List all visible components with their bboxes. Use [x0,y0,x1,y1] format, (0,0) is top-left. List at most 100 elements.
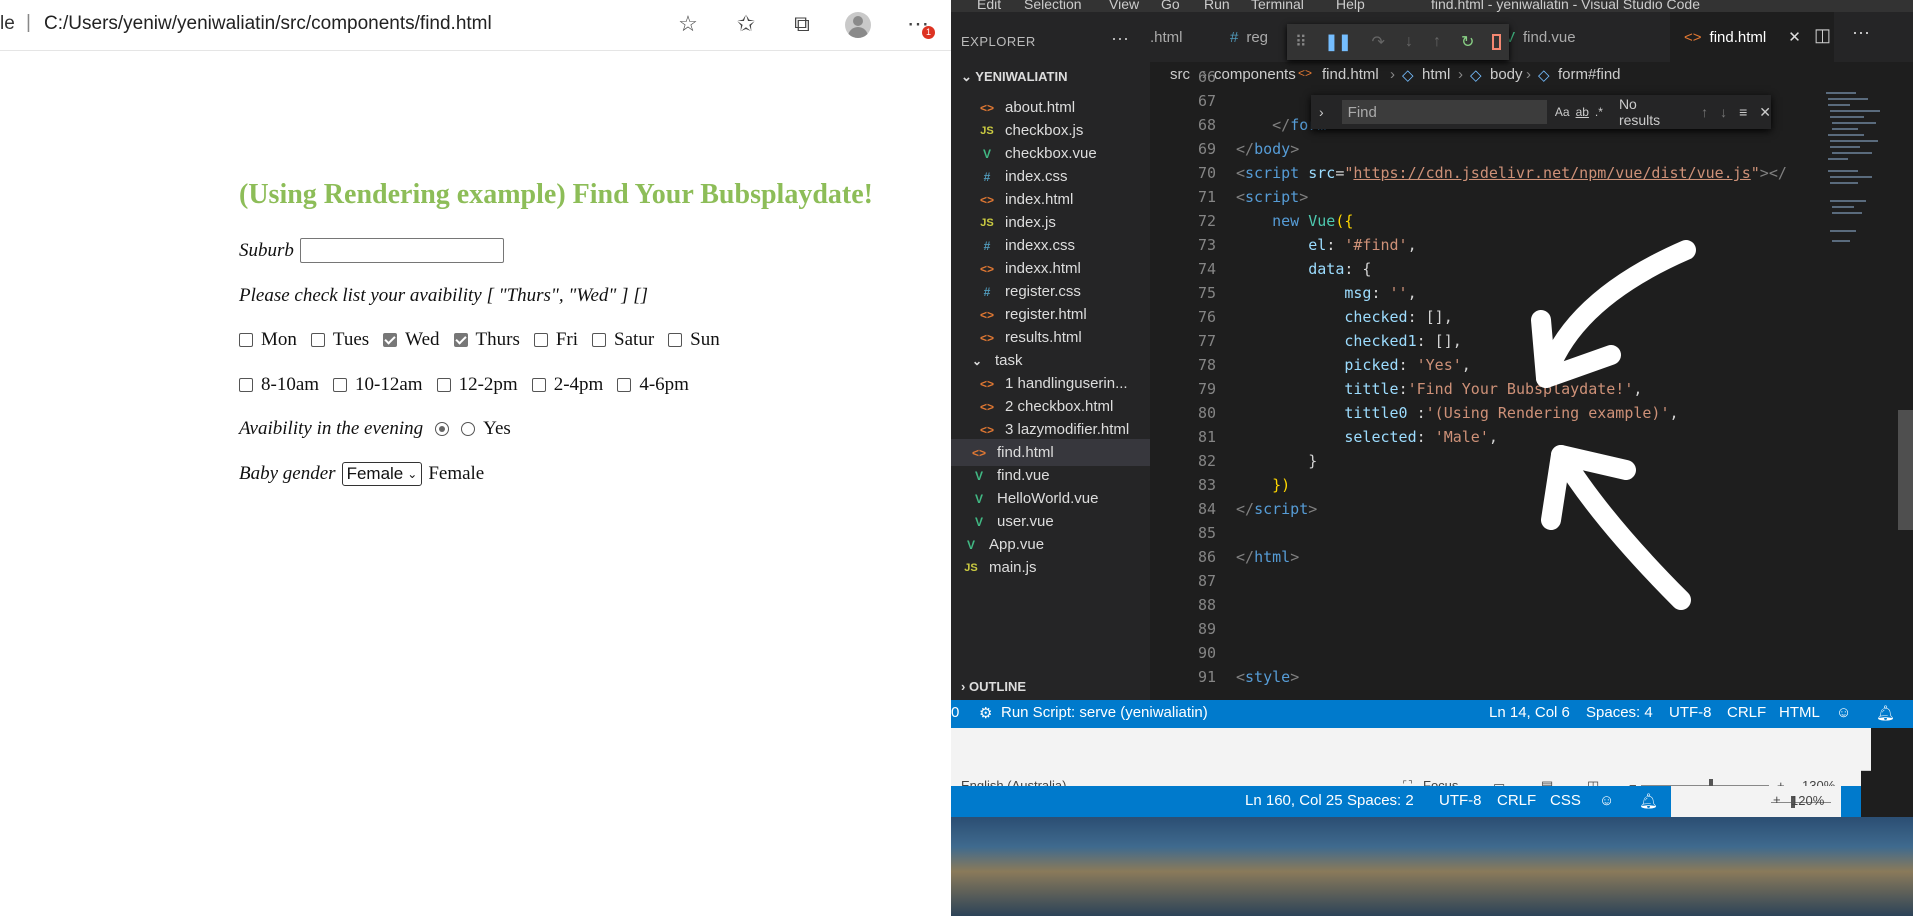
day-option[interactable]: Mon [239,329,297,351]
file-name: 1 handlinguserin... [1005,375,1128,392]
line-number: 86 [1197,548,1216,566]
scrollbar[interactable] [1898,410,1913,530]
feedback-icon[interactable]: ☺ [1836,704,1851,721]
find-in-selection-icon[interactable]: ≡ [1739,104,1747,120]
menu-go[interactable]: Go [1161,0,1180,12]
day-option[interactable]: Sun [668,329,720,351]
zoom-level[interactable]: 120% [1791,793,1824,808]
step-into-icon[interactable]: ↓ [1405,33,1413,51]
evening-radio-selected[interactable] [435,422,450,436]
breadcrumb-body[interactable]: body [1490,66,1523,83]
time-option[interactable]: 2-4pm [531,374,603,396]
time-option[interactable]: 12-2pm [436,374,518,396]
chevron-right-icon[interactable]: › [1319,104,1324,120]
close-icon[interactable]: ✕ [1788,28,1801,46]
evening-radio-yes[interactable] [461,422,476,436]
file-item[interactable]: JS main.js [963,554,1036,581]
day-checkbox[interactable] [239,333,253,347]
breadcrumb-components[interactable]: components [1214,66,1296,83]
profile-avatar[interactable] [845,12,871,38]
time-checkbox[interactable] [617,378,632,392]
time-checkbox[interactable] [436,378,451,392]
breadcrumb-file[interactable]: find.html [1322,66,1379,83]
day-checkbox[interactable] [383,333,398,347]
day-option[interactable]: Tues [310,329,370,351]
day-checkbox[interactable] [533,333,548,347]
find-input[interactable]: Find [1341,100,1547,124]
close-icon[interactable]: ✕ [1759,104,1771,121]
breadcrumb-form[interactable]: form#find [1558,66,1621,83]
stop-icon[interactable] [1492,34,1501,50]
menu-run[interactable]: Run [1204,0,1230,12]
encoding[interactable]: UTF-8 [1669,704,1712,721]
run-script-status[interactable]: Run Script: serve (yeniwaliatin) [1001,704,1208,721]
language-mode[interactable]: HTML [1779,704,1820,721]
arrow-up-icon[interactable]: ↑ [1701,104,1708,120]
step-over-icon[interactable]: ↷ [1372,32,1385,52]
regex-icon[interactable]: .* [1595,105,1603,119]
vue-file-icon: V [974,491,983,506]
day-checkbox[interactable] [453,333,468,347]
collections-icon[interactable]: ⧉ [788,10,816,38]
menu-view[interactable]: View [1109,0,1139,12]
pause-icon[interactable]: ❚❚ [1325,32,1352,52]
bell-icon[interactable]: 🔔︎ [1639,792,1658,810]
code-editor[interactable]: 66 67 68 69 70 71 72 73 74 75 76 77 78 79 80 81 82 83 84 85… [1150,68,1787,700]
breadcrumb-html[interactable]: html [1422,66,1450,83]
zoom-in-icon[interactable]: + [1773,792,1781,807]
tab-find-html[interactable]: <> find.html ✕ [1670,12,1834,62]
address-bar[interactable]: C:/Users/yeniw/yeniwaliatin/src/componen… [44,13,492,35]
time-option[interactable]: 10-12am [333,374,423,396]
time-option[interactable]: 8-10am [239,374,319,396]
suburb-input[interactable] [299,238,504,263]
menu-help[interactable]: Help [1336,0,1365,12]
tab-register[interactable]: # reg [1230,12,1280,62]
day-checkbox[interactable] [668,333,683,347]
bell-icon[interactable]: 🔔︎ [1876,704,1895,722]
add-favorite-icon[interactable]: ☆ [674,10,702,38]
drag-handle-icon[interactable]: ⠿ [1295,32,1307,52]
match-case-icon[interactable]: Aa [1555,105,1570,119]
indentation[interactable]: Spaces: 4 [1586,704,1653,721]
feedback-icon[interactable]: ☺ [1599,792,1614,809]
status-count[interactable]: 0 [951,704,959,721]
folder-header[interactable]: ⌄ YENIWALIATIN [961,69,1067,85]
cursor-position[interactable]: Ln 14, Col 6 [1489,704,1570,721]
day-checkbox[interactable] [310,333,325,347]
encoding[interactable]: UTF-8 [1439,792,1482,809]
outline-header[interactable]: › OUTLINE [961,679,1026,694]
day-option[interactable]: Fri [533,329,578,351]
tab-html[interactable]: .html [1150,12,1210,62]
day-option[interactable]: Satur [592,329,654,351]
day-label: Sun [690,329,720,350]
menu-terminal[interactable]: Terminal [1251,0,1304,12]
line-ending[interactable]: CRLF [1727,704,1766,721]
arrow-down-icon[interactable]: ↓ [1720,104,1727,120]
window-title: find.html - yeniwaliatin - Visual Studio… [1431,0,1700,12]
day-checkbox[interactable] [592,333,607,347]
menu-selection[interactable]: Selection [1024,0,1082,12]
menu-edit[interactable]: Edit [977,0,1001,12]
cursor-position[interactable]: Ln 160, Col 25 [1245,792,1343,809]
line-ending[interactable]: CRLF [1497,792,1536,809]
language-mode[interactable]: CSS [1550,792,1581,809]
time-checkbox[interactable] [239,378,253,392]
restart-icon[interactable]: ↻ [1461,32,1474,52]
whole-word-icon[interactable]: ab [1576,105,1589,119]
file-name: results.html [1005,329,1082,346]
indentation[interactable]: Spaces: 2 [1347,792,1414,809]
day-option[interactable]: Thurs [453,329,520,351]
time-checkbox[interactable] [333,378,348,392]
day-label: Tues [332,329,370,350]
day-option[interactable]: Wed [383,329,440,351]
favorites-icon[interactable]: ✩ [732,10,760,38]
more-actions-icon[interactable]: ⋯ [1111,29,1129,50]
gender-select[interactable]: Female ⌄ [341,462,423,486]
minimap[interactable] [1824,90,1904,700]
more-actions-icon[interactable]: ⋯ [1852,23,1870,44]
tab-find-vue[interactable]: Vfind.vue [1505,12,1655,62]
split-editor-icon[interactable]: ◫ [1814,25,1831,46]
step-out-icon[interactable]: ↑ [1433,33,1441,51]
time-option[interactable]: 4-6pm [617,374,689,396]
time-checkbox[interactable] [531,378,546,392]
